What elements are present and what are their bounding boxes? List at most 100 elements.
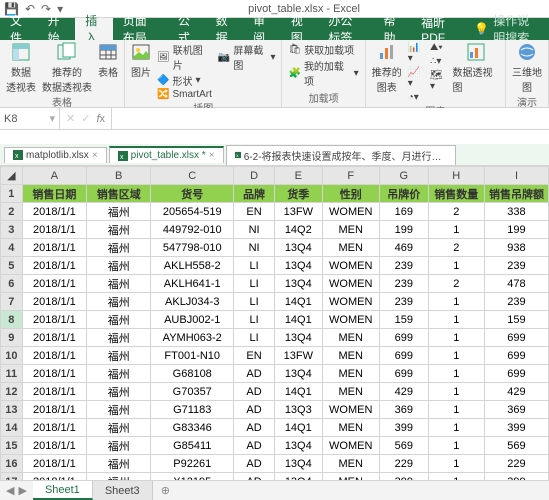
pivot-chart-button[interactable]: 数据透视图 — [452, 42, 499, 94]
cell[interactable]: WOMEN — [322, 311, 379, 329]
cell[interactable]: MEN — [322, 365, 379, 383]
pivot-table-button[interactable]: 数据 透视表 — [6, 42, 36, 94]
row-header[interactable]: 2 — [1, 203, 23, 221]
cell[interactable]: AKLH641-1 — [151, 275, 234, 293]
cell[interactable]: 2 — [428, 275, 484, 293]
cell[interactable]: 13FW — [275, 203, 322, 221]
col-header[interactable]: C — [151, 167, 234, 185]
dropdown-icon[interactable]: ▾ — [49, 112, 55, 125]
cell[interactable]: 14Q1 — [275, 311, 322, 329]
menu-data[interactable]: 数据 — [206, 18, 244, 40]
cell[interactable]: 699 — [484, 365, 548, 383]
cell[interactable]: 699 — [379, 347, 428, 365]
cell[interactable]: NI — [234, 221, 275, 239]
cell[interactable]: G68108 — [151, 365, 234, 383]
header-cell[interactable]: 销售数量 — [428, 185, 484, 203]
cell[interactable]: 169 — [379, 203, 428, 221]
cell[interactable]: X12195 — [151, 473, 234, 481]
cell[interactable]: 13Q4 — [275, 329, 322, 347]
cell[interactable]: 2018/1/1 — [22, 239, 86, 257]
name-box[interactable]: K8▾ — [0, 108, 60, 129]
cell[interactable]: 1 — [428, 347, 484, 365]
sheet-tab-sheet3[interactable]: Sheet3 — [93, 481, 153, 500]
header-cell[interactable]: 销售日期 — [22, 185, 86, 203]
row-header[interactable]: 1 — [1, 185, 23, 203]
cell[interactable]: 1 — [428, 311, 484, 329]
recommended-charts-button[interactable]: 推荐的 图表 — [372, 42, 402, 94]
cell[interactable]: 1 — [428, 473, 484, 481]
col-header[interactable]: G — [379, 167, 428, 185]
cell[interactable]: 2 — [428, 239, 484, 257]
row-header[interactable]: 13 — [1, 401, 23, 419]
chart-type-scatter[interactable]: ∴▾ — [430, 56, 446, 67]
cell[interactable]: 13FW — [275, 347, 322, 365]
cell[interactable]: 福州 — [87, 473, 151, 481]
menu-insert[interactable]: 插入 — [75, 18, 113, 40]
col-header[interactable]: H — [428, 167, 484, 185]
cell[interactable]: AD — [234, 365, 275, 383]
cell[interactable]: 2018/1/1 — [22, 419, 86, 437]
cell[interactable]: P92261 — [151, 455, 234, 473]
cell[interactable]: 1 — [428, 437, 484, 455]
row-header[interactable]: 6 — [1, 275, 23, 293]
cell[interactable]: 1 — [428, 365, 484, 383]
cell[interactable]: 569 — [379, 437, 428, 455]
cell[interactable]: 2018/1/1 — [22, 473, 86, 481]
formula-input[interactable] — [111, 108, 549, 129]
cell[interactable]: 福州 — [87, 221, 151, 239]
cell[interactable]: 2018/1/1 — [22, 203, 86, 221]
cell[interactable]: 福州 — [87, 203, 151, 221]
chart-type-bar[interactable]: 📊▾ — [408, 42, 424, 64]
cell[interactable]: WOMEN — [322, 437, 379, 455]
cell[interactable]: 福州 — [87, 311, 151, 329]
cell[interactable]: 14Q1 — [275, 383, 322, 401]
row-header[interactable]: 15 — [1, 437, 23, 455]
row-header[interactable]: 5 — [1, 257, 23, 275]
get-addins-button[interactable]: 🛍获取加载项 — [288, 42, 358, 57]
cell[interactable]: 205654-519 — [151, 203, 234, 221]
cell[interactable]: 699 — [379, 329, 428, 347]
cell[interactable]: LI — [234, 275, 275, 293]
header-cell[interactable]: 销售区域 — [87, 185, 151, 203]
cell[interactable]: 399 — [484, 419, 548, 437]
cell[interactable]: AUBJ002-1 — [151, 311, 234, 329]
cell[interactable]: 699 — [484, 329, 548, 347]
pictures-button[interactable]: 图片 — [131, 42, 151, 79]
cell[interactable]: 福州 — [87, 275, 151, 293]
cell[interactable]: 1 — [428, 419, 484, 437]
cell[interactable]: 2018/1/1 — [22, 455, 86, 473]
cell[interactable]: LI — [234, 293, 275, 311]
menu-office-tabs[interactable]: 办公标签 — [318, 18, 373, 40]
cell[interactable]: MEN — [322, 455, 379, 473]
cell[interactable]: 2018/1/1 — [22, 275, 86, 293]
col-header[interactable]: F — [322, 167, 379, 185]
workbook-tab[interactable]: x 6-2-将报表快速设置成按年、季度、月进行汇总—日期型数据快速分组.xlsx — [226, 145, 456, 165]
cell[interactable]: 239 — [379, 275, 428, 293]
cell[interactable]: LI — [234, 311, 275, 329]
cell[interactable]: 2018/1/1 — [22, 257, 86, 275]
cell[interactable]: 2018/1/1 — [22, 437, 86, 455]
workbook-tab-active[interactable]: x pivot_table.xlsx * × — [109, 146, 224, 163]
cell[interactable]: 福州 — [87, 293, 151, 311]
cell[interactable]: 福州 — [87, 365, 151, 383]
cell[interactable]: WOMEN — [322, 203, 379, 221]
cell[interactable]: 2 — [428, 203, 484, 221]
cell[interactable]: G83346 — [151, 419, 234, 437]
cell[interactable]: 2018/1/1 — [22, 347, 86, 365]
header-cell[interactable]: 吊牌价 — [379, 185, 428, 203]
cell[interactable]: 2018/1/1 — [22, 221, 86, 239]
cell[interactable]: 1 — [428, 293, 484, 311]
header-cell[interactable]: 性别 — [322, 185, 379, 203]
chart-type-pie[interactable]: ◔▾ — [408, 92, 424, 103]
cell[interactable]: 13Q4 — [275, 473, 322, 481]
cell[interactable]: 13Q4 — [275, 437, 322, 455]
cell[interactable]: 1 — [428, 221, 484, 239]
sheet-nav-next-icon[interactable]: ▶ — [18, 484, 26, 497]
cell[interactable]: 13Q4 — [275, 455, 322, 473]
header-cell[interactable]: 货号 — [151, 185, 234, 203]
cell[interactable]: AKLJ034-3 — [151, 293, 234, 311]
cell[interactable]: 2018/1/1 — [22, 365, 86, 383]
col-header[interactable]: B — [87, 167, 151, 185]
new-sheet-button[interactable]: ⊕ — [153, 481, 178, 500]
cell[interactable]: AYMH063-2 — [151, 329, 234, 347]
